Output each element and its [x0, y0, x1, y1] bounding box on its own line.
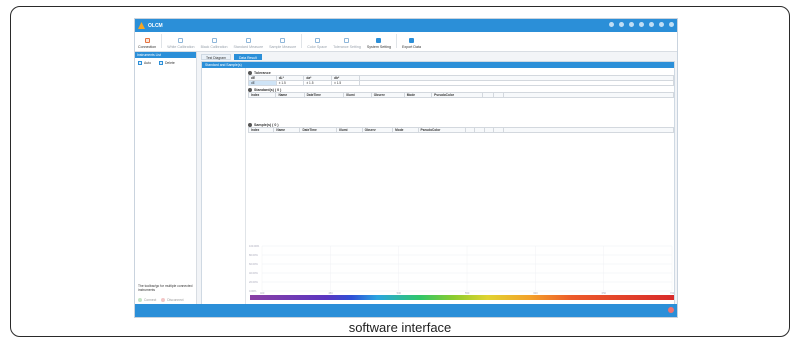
- maximize-icon[interactable]: [659, 22, 664, 27]
- y-tick-label: 80.00%: [249, 253, 258, 257]
- white-calibration-icon: [178, 38, 184, 43]
- sidebar-footer: Connect Disconnect: [138, 298, 184, 302]
- standard-measure-button[interactable]: Standard Measure: [231, 31, 267, 51]
- y-tick-label: 0.00%: [249, 289, 257, 293]
- table-cell[interactable]: ± 1.5: [331, 80, 360, 86]
- tab-bar: Test Diagram Data Result: [197, 52, 677, 60]
- tolerance-icon: [344, 38, 350, 43]
- sample-measure-icon: [280, 38, 286, 43]
- tab-data-result[interactable]: Data Result: [233, 54, 262, 60]
- tolerance-icon: [248, 70, 252, 75]
- table-header[interactable]: DateTime: [299, 127, 338, 133]
- table-header: [492, 92, 505, 98]
- toolbar-divider: [301, 34, 303, 48]
- table-header[interactable]: Name: [273, 127, 301, 133]
- black-calibration-icon: [211, 38, 217, 43]
- table-header[interactable]: Illumi: [343, 92, 372, 98]
- table-header: [482, 92, 494, 98]
- disconnect-icon: [161, 298, 166, 302]
- table-header[interactable]: Mode: [403, 92, 433, 98]
- main-area: Test Diagram Data Result Standard and Sa…: [197, 52, 677, 306]
- app-window: OLCM Connection White Calibration Black …: [134, 18, 678, 318]
- black-calibration-button[interactable]: Black Calibration: [198, 31, 231, 51]
- table-header[interactable]: PseudoColor: [431, 92, 484, 98]
- table-header: [474, 127, 485, 133]
- table-header[interactable]: PseudoColor: [417, 127, 466, 133]
- auto-checkbox[interactable]: Auto: [138, 61, 151, 65]
- figure-caption: software interface: [348, 320, 452, 335]
- sidebar-note: The toolbar/go for multiple connected in…: [138, 284, 193, 292]
- table-cell[interactable]: dE: [248, 80, 277, 86]
- info-icon[interactable]: [639, 22, 644, 27]
- table-header[interactable]: Illumi: [336, 127, 363, 133]
- checkbox-icon: [138, 61, 142, 65]
- error-icon[interactable]: [668, 307, 674, 313]
- disconnect-button[interactable]: Disconnect: [161, 298, 184, 302]
- skin-icon[interactable]: [619, 22, 624, 27]
- app-title: OLCM: [148, 22, 163, 29]
- toolbar-divider: [396, 34, 398, 48]
- minimize-icon[interactable]: [649, 22, 654, 27]
- system-setting-button[interactable]: System Setting: [364, 31, 394, 51]
- sidebar-tools: Auto Delete: [135, 58, 196, 68]
- tolerance-setting-button[interactable]: Tolerance Setting: [330, 31, 364, 51]
- connection-icon: [144, 38, 150, 43]
- settings-icon[interactable]: [609, 22, 614, 27]
- table-header[interactable]: DateTime: [303, 92, 345, 98]
- table-header[interactable]: Index: [247, 92, 277, 98]
- y-tick-label: 60.00%: [249, 262, 258, 266]
- instruments-sidebar: Instruments List Auto Delete The toolbar…: [135, 52, 197, 306]
- spectrum-bar: [250, 295, 674, 300]
- tolerance-table: dE dL* da* db* dE ± 1.5 ± 1.5 ± 1.5: [248, 75, 675, 86]
- table-header[interactable]: Mode: [392, 127, 419, 133]
- chart-svg: 100.00%80.00%60.00%40.00%20.00%0.00%400 4…: [249, 244, 675, 295]
- result-content: Tolerance dE dL* da* db* dE ± 1.5 ± 1.5: [247, 70, 675, 304]
- sample-measure-button[interactable]: Sample Measure: [266, 31, 299, 51]
- connect-icon: [138, 298, 142, 302]
- table-header[interactable]: Index: [247, 127, 275, 133]
- connection-button[interactable]: Connection: [135, 31, 159, 51]
- system-setting-icon: [376, 38, 382, 43]
- table-cell[interactable]: ± 1.5: [303, 80, 333, 86]
- table-header[interactable]: Observ: [361, 127, 394, 133]
- standard-icon: [248, 87, 252, 92]
- sample-table: Index Name DateTime Illumi Observ Mode P…: [247, 127, 674, 133]
- toolbar-divider: [161, 34, 163, 48]
- white-calibration-button[interactable]: White Calibration: [164, 31, 197, 51]
- sample-icon: [248, 122, 252, 127]
- table-header: [503, 127, 674, 133]
- app-logo-icon: [138, 22, 145, 29]
- close-icon[interactable]: [669, 22, 674, 27]
- color-space-button[interactable]: Color Space: [304, 31, 330, 51]
- help-icon[interactable]: [629, 22, 634, 27]
- export-data-button[interactable]: Export Data: [399, 31, 424, 51]
- delete-button[interactable]: Delete: [158, 61, 175, 65]
- window-controls: [609, 22, 674, 27]
- y-tick-label: 100.00%: [249, 244, 260, 248]
- table-header[interactable]: Observ: [370, 92, 405, 98]
- table-header[interactable]: Name: [275, 92, 305, 98]
- y-tick-label: 20.00%: [249, 280, 258, 284]
- data-panel: Standard and Sample(s) Tolerance dE dL* …: [201, 61, 675, 305]
- toolbar: Connection White Calibration Black Calib…: [135, 32, 677, 52]
- spectrum-chart: 100.00% 80.00% 60.00% 40.00% 20.00% 0.00% 400 4…: [248, 244, 675, 300]
- connect-button[interactable]: Connect: [138, 298, 156, 302]
- table-header: [464, 127, 476, 133]
- instrument-list: [202, 68, 246, 305]
- status-bar: [135, 304, 677, 317]
- standard-measure-icon: [245, 38, 251, 43]
- export-icon: [409, 38, 414, 43]
- panel-header: Standard and Sample(s): [202, 62, 674, 68]
- table-header: [483, 127, 495, 133]
- delete-icon: [158, 61, 163, 65]
- y-tick-label: 40.00%: [249, 271, 258, 275]
- table-header: [493, 127, 504, 133]
- table-cell: [358, 80, 675, 86]
- table-cell[interactable]: ± 1.5: [275, 80, 305, 86]
- color-space-icon: [314, 38, 320, 43]
- tab-test-diagram[interactable]: Test Diagram: [201, 54, 231, 60]
- table-header: [503, 92, 674, 98]
